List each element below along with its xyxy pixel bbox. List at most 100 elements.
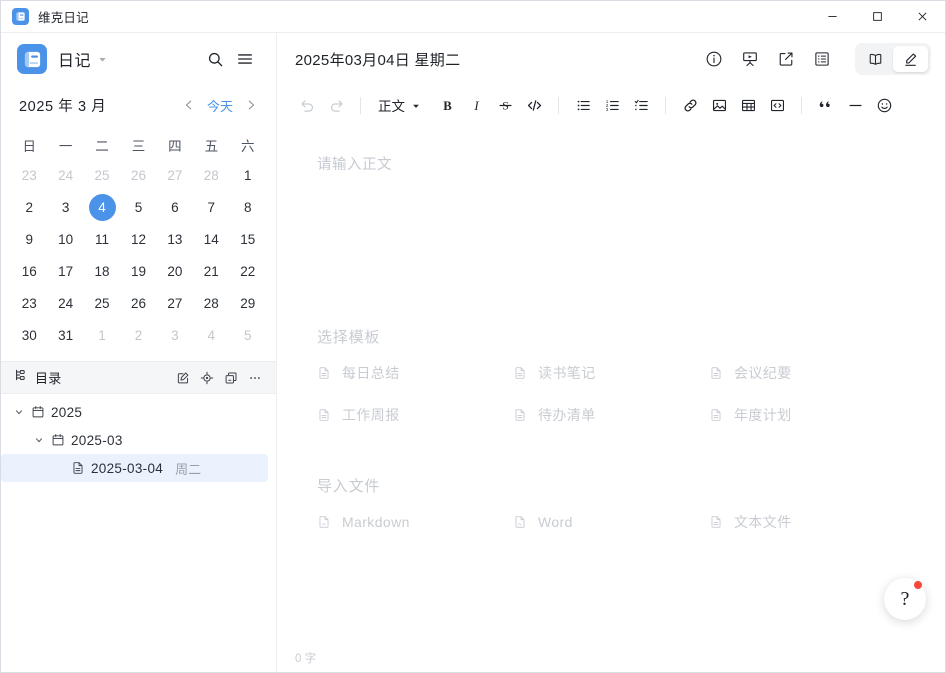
calendar-day[interactable]: 26 bbox=[120, 159, 156, 191]
calendar-day[interactable]: 19 bbox=[120, 255, 156, 287]
calendar-day[interactable]: 30 bbox=[11, 319, 47, 351]
svg-text:M: M bbox=[322, 522, 326, 527]
edit-mode-button[interactable] bbox=[893, 46, 928, 72]
calendar-day[interactable]: 10 bbox=[47, 223, 83, 255]
help-button[interactable]: ? bbox=[884, 578, 926, 620]
calendar-day-selected[interactable]: 4 bbox=[84, 191, 120, 223]
numbered-list-button[interactable]: 1 2 3 bbox=[598, 91, 626, 119]
share-export-button[interactable] bbox=[771, 44, 801, 74]
calendar-day[interactable]: 4 bbox=[193, 319, 229, 351]
editor-placeholder[interactable]: 请输入正文 bbox=[317, 153, 905, 174]
calendar-day[interactable]: 21 bbox=[193, 255, 229, 287]
horizontal-rule-button[interactable] bbox=[841, 91, 869, 119]
emoji-button[interactable] bbox=[870, 91, 898, 119]
link-button[interactable] bbox=[676, 91, 704, 119]
calendar-day[interactable]: 23 bbox=[11, 159, 47, 191]
calendar-day[interactable]: 23 bbox=[11, 287, 47, 319]
menu-button[interactable] bbox=[230, 44, 260, 74]
bold-button[interactable]: B bbox=[433, 91, 461, 119]
calendar-day[interactable]: 2 bbox=[120, 319, 156, 351]
calendar-day[interactable]: 12 bbox=[120, 223, 156, 255]
calendar-day[interactable]: 20 bbox=[157, 255, 193, 287]
info-button[interactable] bbox=[699, 44, 729, 74]
task-list-button[interactable] bbox=[627, 91, 655, 119]
import-item[interactable]: 文本文件 bbox=[709, 512, 905, 532]
calendar-day[interactable]: 3 bbox=[47, 191, 83, 223]
template-item[interactable]: 会议纪要 bbox=[709, 363, 905, 383]
calendar-day[interactable]: 26 bbox=[120, 287, 156, 319]
tree-twisty-expanded[interactable] bbox=[11, 404, 27, 420]
calendar-day[interactable]: 1 bbox=[84, 319, 120, 351]
chevron-down-icon[interactable] bbox=[98, 55, 107, 64]
calendar-day[interactable]: 14 bbox=[193, 223, 229, 255]
tree-item[interactable]: 2025-03 bbox=[1, 426, 268, 454]
calendar-day[interactable]: 28 bbox=[193, 287, 229, 319]
calendar-day[interactable]: 11 bbox=[84, 223, 120, 255]
calendar-day[interactable]: 22 bbox=[230, 255, 266, 287]
calendar-day[interactable]: 5 bbox=[230, 319, 266, 351]
code-block-button[interactable] bbox=[763, 91, 791, 119]
quote-button[interactable] bbox=[812, 91, 840, 119]
calendar-today-button[interactable]: 今天 bbox=[202, 93, 238, 118]
paragraph-style-dropdown[interactable]: 正文 bbox=[371, 91, 427, 119]
image-button[interactable] bbox=[705, 91, 733, 119]
calendar-day[interactable]: 6 bbox=[157, 191, 193, 223]
calendar-day[interactable]: 17 bbox=[47, 255, 83, 287]
calendar-day[interactable]: 7 bbox=[193, 191, 229, 223]
more-options-button[interactable] bbox=[243, 366, 267, 390]
template-panel-title: 选择模板 bbox=[317, 326, 905, 347]
calendar-day[interactable]: 29 bbox=[230, 287, 266, 319]
template-item[interactable]: 读书笔记 bbox=[513, 363, 709, 383]
outline-button[interactable] bbox=[807, 44, 837, 74]
calendar-day[interactable]: 24 bbox=[47, 159, 83, 191]
calendar-day[interactable]: 5 bbox=[120, 191, 156, 223]
calendar-folder-icon bbox=[31, 405, 45, 419]
presentation-button[interactable] bbox=[735, 44, 765, 74]
maximize-button[interactable] bbox=[855, 1, 900, 33]
template-item[interactable]: 工作周报 bbox=[317, 405, 513, 425]
calendar-next-button[interactable] bbox=[240, 93, 262, 117]
calendar-day[interactable]: 3 bbox=[157, 319, 193, 351]
tree-item[interactable]: 2025 bbox=[1, 398, 268, 426]
calendar-prev-button[interactable] bbox=[178, 93, 200, 117]
editor-scroll-area[interactable]: 请输入正文 选择模板 每日总结读书笔记会议纪要工作周报待办清单年度计划 导入文件… bbox=[277, 125, 945, 644]
import-item[interactable]: MMarkdown bbox=[317, 512, 513, 532]
read-mode-button[interactable] bbox=[858, 46, 893, 72]
calendar-day[interactable]: 25 bbox=[84, 159, 120, 191]
calendar-day[interactable]: 27 bbox=[157, 287, 193, 319]
minimize-button[interactable] bbox=[810, 1, 855, 33]
collapse-all-button[interactable] bbox=[219, 366, 243, 390]
calendar-day[interactable]: 15 bbox=[230, 223, 266, 255]
template-item[interactable]: 待办清单 bbox=[513, 405, 709, 425]
text-file-icon bbox=[709, 515, 723, 529]
bullet-list-button[interactable] bbox=[569, 91, 597, 119]
italic-button[interactable]: I bbox=[462, 91, 490, 119]
tree-twisty-expanded[interactable] bbox=[31, 432, 47, 448]
strikethrough-button[interactable]: S bbox=[491, 91, 519, 119]
calendar-day[interactable]: 2 bbox=[11, 191, 47, 223]
undo-button[interactable] bbox=[293, 91, 321, 119]
tree-item[interactable]: 2025-03-04周二 bbox=[1, 454, 268, 482]
inline-code-button[interactable] bbox=[520, 91, 548, 119]
import-item[interactable]: WWord bbox=[513, 512, 709, 532]
locate-current-button[interactable] bbox=[195, 366, 219, 390]
calendar-day[interactable]: 18 bbox=[84, 255, 120, 287]
calendar-day[interactable]: 28 bbox=[193, 159, 229, 191]
template-item[interactable]: 年度计划 bbox=[709, 405, 905, 425]
new-note-button[interactable] bbox=[171, 366, 195, 390]
close-button[interactable] bbox=[900, 1, 945, 33]
calendar-day[interactable]: 31 bbox=[47, 319, 83, 351]
search-button[interactable] bbox=[200, 44, 230, 74]
template-item[interactable]: 每日总结 bbox=[317, 363, 513, 383]
calendar-day[interactable]: 1 bbox=[230, 159, 266, 191]
redo-button[interactable] bbox=[322, 91, 350, 119]
table-button[interactable] bbox=[734, 91, 762, 119]
calendar-day[interactable]: 25 bbox=[84, 287, 120, 319]
calendar-day[interactable]: 8 bbox=[230, 191, 266, 223]
calendar-day[interactable]: 9 bbox=[11, 223, 47, 255]
calendar-day[interactable]: 13 bbox=[157, 223, 193, 255]
calendar-day[interactable]: 24 bbox=[47, 287, 83, 319]
calendar-day[interactable]: 27 bbox=[157, 159, 193, 191]
directory-tree[interactable]: 20252025-032025-03-04周二 bbox=[1, 394, 276, 672]
calendar-day[interactable]: 16 bbox=[11, 255, 47, 287]
